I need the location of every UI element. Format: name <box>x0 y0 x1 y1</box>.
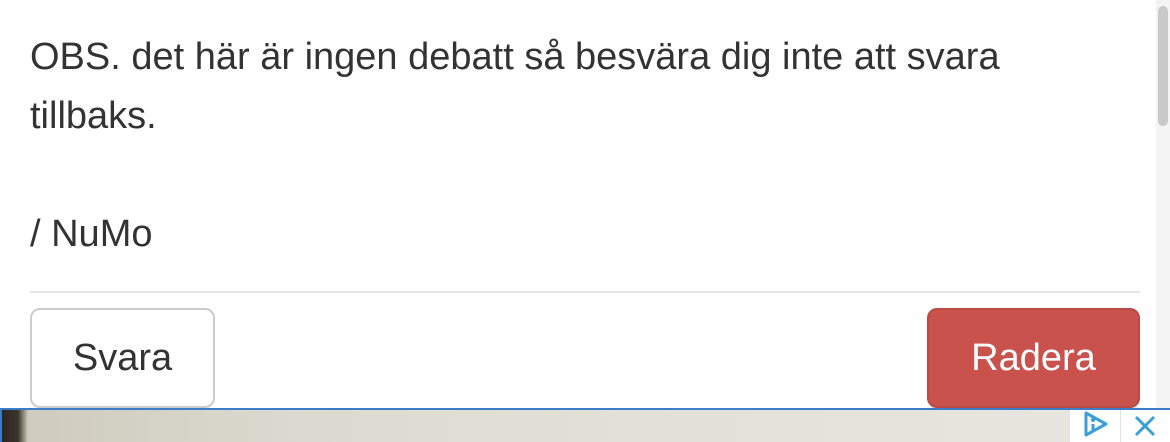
delete-button[interactable]: Radera <box>927 308 1140 408</box>
post-body: OBS. det här är ingen debatt så besvära … <box>30 28 1130 146</box>
divider <box>30 291 1140 293</box>
adchoices-button[interactable] <box>1070 410 1121 442</box>
post-text-line: OBS. det här är ingen debatt så besvära … <box>30 36 1000 78</box>
reply-button[interactable]: Svara <box>30 308 215 408</box>
scrollbar-thumb[interactable] <box>1158 6 1168 126</box>
ad-close-button[interactable] <box>1121 410 1170 442</box>
ad-controls <box>1070 408 1170 442</box>
close-icon <box>1132 411 1158 442</box>
ad-banner[interactable] <box>0 408 1170 442</box>
post-text-line: tillbaks. <box>30 95 157 137</box>
scrollbar[interactable] <box>1156 0 1170 410</box>
page: OBS. det här är ingen debatt så besvära … <box>0 0 1170 442</box>
post-signature: / NuMo <box>30 213 153 255</box>
adchoices-icon <box>1080 409 1110 442</box>
